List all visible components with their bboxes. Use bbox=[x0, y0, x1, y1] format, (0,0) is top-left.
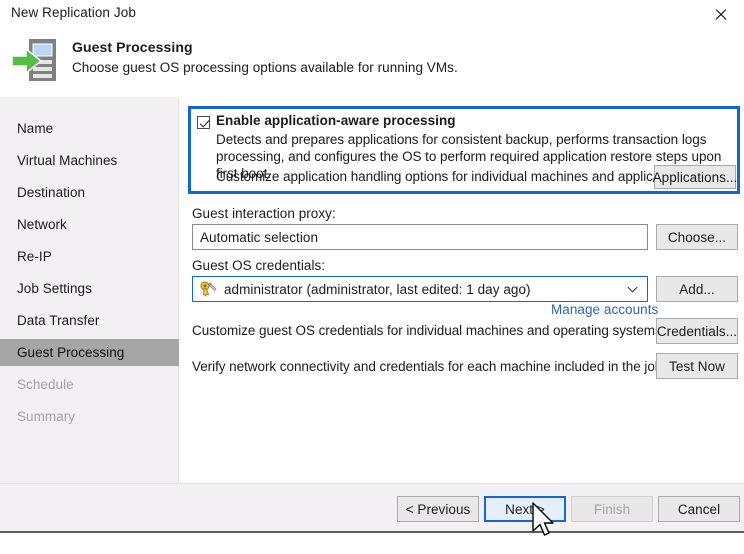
sidebar-item-data-transfer[interactable]: Data Transfer bbox=[0, 307, 179, 334]
sidebar-item-summary: Summary bbox=[0, 403, 179, 430]
sidebar-item-schedule: Schedule bbox=[0, 371, 179, 398]
dialog-header: Guest Processing Choose guest OS process… bbox=[0, 30, 744, 96]
sidebar-item-label: Destination bbox=[17, 185, 86, 200]
sidebar-item-destination[interactable]: Destination bbox=[0, 179, 179, 206]
test-now-button[interactable]: Test Now bbox=[656, 353, 738, 379]
dialog-window: New Replication Job Guest Processing Cho… bbox=[0, 0, 744, 554]
sidebar-item-label: Virtual Machines bbox=[17, 153, 118, 168]
guest-os-credentials-value: administrator (administrator, last edite… bbox=[224, 281, 531, 297]
sidebar-item-guest-processing[interactable]: Guest Processing bbox=[0, 339, 179, 366]
choose-button[interactable]: Choose... bbox=[656, 224, 738, 250]
replication-server-arrow-icon bbox=[10, 35, 62, 87]
customize-application-handling-text: Customize application handling options f… bbox=[216, 169, 689, 184]
sidebar-item-name[interactable]: Name bbox=[0, 115, 179, 142]
enable-application-aware-processing-label: Enable application-aware processing bbox=[216, 113, 456, 128]
sidebar-item-label: Re-IP bbox=[17, 249, 52, 264]
guest-interaction-proxy-label: Guest interaction proxy: bbox=[192, 206, 336, 221]
guest-os-credentials-combobox[interactable]: administrator (administrator, last edite… bbox=[192, 276, 648, 302]
sidebar-item-job-settings[interactable]: Job Settings bbox=[0, 275, 179, 302]
page-title: Guest Processing bbox=[72, 39, 193, 55]
key-icon bbox=[200, 281, 218, 297]
sidebar-item-network[interactable]: Network bbox=[0, 211, 179, 238]
window-title: New Replication Job bbox=[11, 5, 136, 20]
sidebar-item-virtual-machines[interactable]: Virtual Machines bbox=[0, 147, 179, 174]
wizard-steps-sidebar: Name Virtual Machines Destination Networ… bbox=[0, 97, 179, 483]
credentials-button[interactable]: Credentials... bbox=[656, 318, 738, 344]
close-button[interactable] bbox=[698, 0, 744, 30]
chevron-down-icon[interactable] bbox=[629, 284, 638, 293]
close-icon bbox=[714, 8, 728, 22]
applications-button[interactable]: Applications... bbox=[653, 165, 737, 189]
enable-application-aware-processing-checkbox[interactable] bbox=[197, 116, 210, 129]
sidebar-item-label: Data Transfer bbox=[17, 313, 100, 328]
sidebar-item-label: Network bbox=[17, 217, 67, 232]
guest-interaction-proxy-input[interactable]: Automatic selection bbox=[192, 224, 648, 250]
sidebar-item-label: Schedule bbox=[17, 377, 74, 392]
sidebar-item-label: Summary bbox=[17, 409, 76, 424]
sidebar-item-label: Guest Processing bbox=[17, 345, 125, 360]
verify-connectivity-text: Verify network connectivity and credenti… bbox=[192, 359, 663, 374]
add-credentials-button[interactable]: Add... bbox=[656, 276, 738, 302]
next-button[interactable]: Next > bbox=[484, 496, 566, 522]
manage-accounts-link[interactable]: Manage accounts bbox=[551, 302, 658, 317]
customize-credentials-text: Customize guest OS credentials for indiv… bbox=[192, 323, 662, 338]
sidebar-item-re-ip[interactable]: Re-IP bbox=[0, 243, 179, 270]
finish-button: Finish bbox=[571, 496, 653, 522]
sidebar-item-label: Job Settings bbox=[17, 281, 92, 296]
guest-os-credentials-label: Guest OS credentials: bbox=[192, 258, 326, 273]
sidebar-item-label: Name bbox=[17, 121, 54, 136]
previous-button[interactable]: < Previous bbox=[397, 496, 479, 522]
title-bar: New Replication Job bbox=[0, 0, 744, 30]
page-subtitle: Choose guest OS processing options avail… bbox=[72, 60, 458, 75]
cancel-button[interactable]: Cancel bbox=[658, 496, 740, 522]
